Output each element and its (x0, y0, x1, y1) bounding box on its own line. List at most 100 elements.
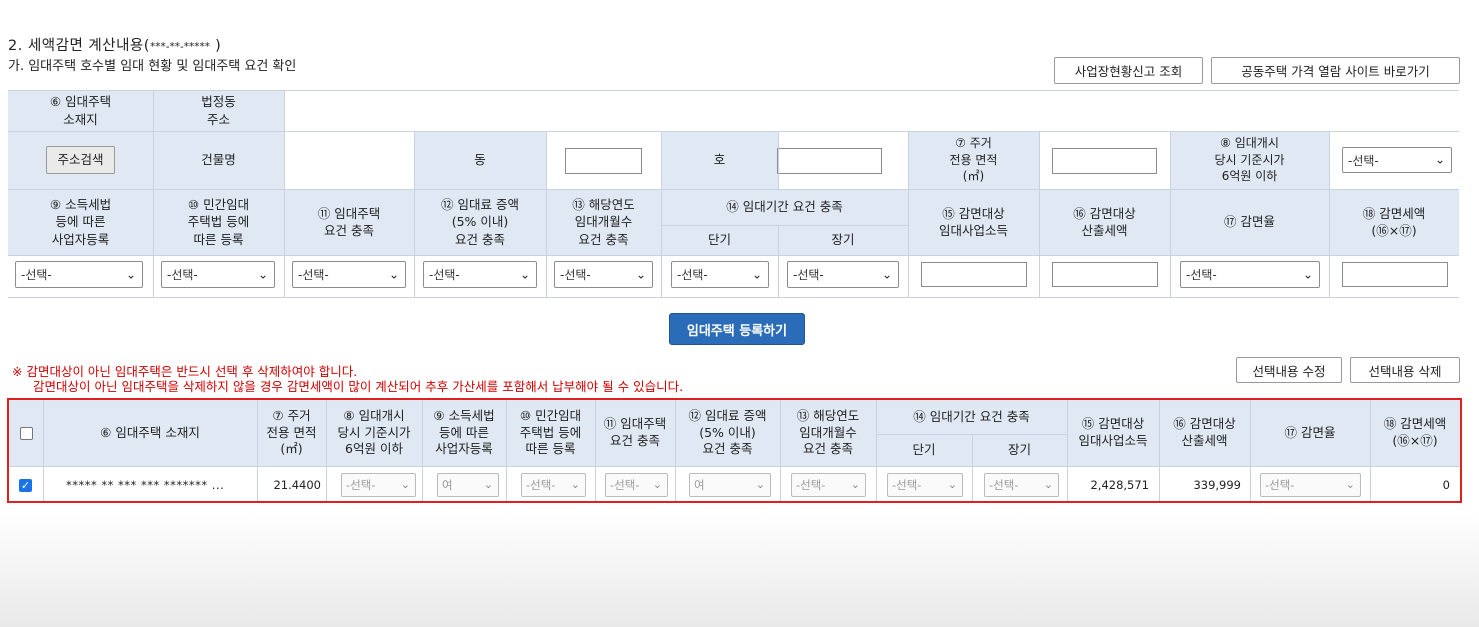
dong-input[interactable] (565, 148, 642, 174)
addr-search-button[interactable]: 주소검색 (46, 146, 115, 174)
h12-label: ⑫ 임대료 증액 (5% 이내) 요건 충족 (414, 189, 546, 255)
grid-line (778, 225, 779, 298)
h13-select[interactable]: -선택- ⌄ (554, 261, 653, 288)
biz-lookup-button[interactable]: 사업장현황신고 조회 (1054, 57, 1203, 84)
row-address[interactable]: ***** ** *** *** ******* ... (66, 476, 251, 494)
row-income: 2,428,571 (1090, 478, 1149, 492)
h14-long-label: 장기 (778, 225, 908, 255)
price-select[interactable]: -선택- ⌄ (1342, 147, 1452, 173)
section-title-text: 2. 세액감면 계산내용( (8, 38, 150, 54)
chevron-down-icon: ⌄ (1345, 477, 1355, 491)
grid-line (661, 225, 908, 226)
grid-line (506, 400, 507, 501)
area-input[interactable] (1052, 148, 1157, 174)
grid-line (1250, 400, 1251, 501)
h9-label: ⑨ 소득세법 등에 따른 사업자등록 (8, 189, 153, 255)
ho-input[interactable] (777, 148, 882, 174)
th-price: ⑧ 임대개시 당시 기준시가 6억원 이하 (326, 400, 422, 466)
chevron-down-icon: ⌄ (1302, 266, 1313, 281)
chevron-down-icon: ⌄ (751, 266, 762, 281)
grid-line (153, 90, 154, 298)
th-h12: ⑫ 임대료 증액 (5% 이내) 요건 충족 (675, 400, 780, 466)
h10-label: ⑩ 민간임대 주택법 등에 따른 등록 (153, 189, 284, 255)
row-reduction: 0 (1442, 478, 1450, 492)
chevron-down-icon: ⌄ (125, 266, 136, 281)
h17-label: ⑰ 감면율 (1170, 189, 1329, 255)
edit-selected-button[interactable]: 선택내용 수정 (1236, 357, 1342, 383)
grid-line (778, 131, 779, 189)
warning-line2: 감면대상이 아닌 임대주택을 삭제하지 않을 경우 감면세액이 많이 계산되어 … (33, 379, 684, 394)
dong-label: 동 (414, 131, 546, 189)
grid-line (8, 255, 1459, 256)
grid-line (675, 400, 676, 501)
grid-line (422, 400, 423, 501)
th-long: 장기 (972, 434, 1067, 466)
legal-dong-value (284, 90, 1459, 131)
price-label: ⑧ 임대개시 당시 기준시가 6억원 이하 (1170, 131, 1329, 189)
register-button[interactable]: 임대주택 등록하기 (669, 313, 805, 345)
section-title-close: ) (215, 38, 222, 54)
h14-short-label: 단기 (661, 225, 778, 255)
h12-select[interactable]: -선택- ⌄ (423, 261, 537, 288)
chevron-down-icon: ⌄ (483, 477, 493, 491)
row-h10-select[interactable]: -선택- ⌄ (521, 473, 586, 497)
chevron-down-icon: ⌄ (1043, 477, 1053, 491)
h9-select[interactable]: -선택- ⌄ (15, 261, 143, 288)
location-label: ⑥ 임대주택 소재지 (8, 90, 153, 131)
grid-line (595, 400, 596, 501)
long-term-select[interactable]: -선택- ⌄ (787, 261, 899, 288)
th-h16: ⑯ 감면대상 산출세액 (1159, 400, 1250, 466)
chevron-down-icon: ⌄ (881, 266, 892, 281)
chevron-down-icon: ⌄ (388, 266, 399, 281)
section-title: 2. 세액감면 계산내용(***-**-***** ) (8, 34, 221, 55)
row-short-select[interactable]: -선택- ⌄ (887, 473, 963, 497)
row-price-select[interactable]: -선택- ⌄ (341, 473, 416, 497)
select-all-checkbox[interactable] (19, 426, 33, 440)
row-long-select[interactable]: -선택- ⌄ (984, 473, 1059, 497)
th-h9: ⑨ 소득세법 등에 따른 사업자등록 (422, 400, 506, 466)
chevron-down-icon: ⌄ (947, 477, 957, 491)
row-h11-select[interactable]: -선택- ⌄ (605, 473, 668, 497)
reduction-input[interactable] (1342, 262, 1448, 287)
rate-select[interactable]: -선택- ⌄ (1180, 261, 1320, 288)
grid-line (326, 400, 327, 501)
grid-line (546, 131, 547, 298)
row-h12-select[interactable]: 여 ⌄ (689, 473, 771, 497)
row-tax: 339,999 (1193, 478, 1241, 492)
price-site-button[interactable]: 공동주택 가격 열람 사이트 바로가기 (1211, 57, 1460, 84)
row-area: 21.4400 (273, 478, 321, 492)
grid-line (284, 90, 285, 298)
area-label: ⑦ 주거 전용 면적 (㎡) (908, 131, 1039, 189)
row-h9-select[interactable]: 여 ⌄ (437, 473, 499, 497)
income-input[interactable] (921, 262, 1027, 287)
chevron-down-icon: ⌄ (570, 477, 580, 491)
chevron-down-icon: ⌄ (635, 266, 646, 281)
grid-line (8, 297, 1459, 298)
h10-select[interactable]: -선택- ⌄ (161, 261, 275, 288)
row-h13-select[interactable]: -선택- ⌄ (791, 473, 866, 497)
th-h11: ⑪ 임대주택 요건 충족 (595, 400, 675, 466)
h13-label: ⑬ 해당연도 임대개월수 요건 충족 (546, 189, 661, 255)
chevron-down-icon: ⌄ (1434, 152, 1445, 167)
grid-line (908, 131, 909, 298)
th-area: ⑦ 주거 전용 면적 (㎡) (257, 400, 326, 466)
h11-select[interactable]: -선택- ⌄ (292, 261, 406, 288)
chevron-down-icon: ⌄ (850, 477, 860, 491)
th-location: ⑥ 임대주택 소재지 (43, 400, 257, 466)
th-short: 단기 (876, 434, 972, 466)
addr-search-cell: 주소검색 (8, 131, 153, 189)
grid-line (1039, 131, 1040, 298)
grid-line (972, 434, 973, 501)
sub-title: 가. 임대주택 호수별 임대 현황 및 임대주택 요건 확인 (8, 59, 297, 74)
h14-label: ⑭ 임대기간 요건 충족 (661, 189, 908, 225)
grid-line (661, 131, 662, 298)
h16-label: ⑯ 감면대상 산출세액 (1039, 189, 1170, 255)
short-term-select[interactable]: -선택- ⌄ (671, 261, 769, 288)
row-rate-select[interactable]: -선택- ⌄ (1260, 473, 1361, 497)
row-checkbox[interactable]: ✓ (19, 479, 32, 492)
grid-line (43, 400, 44, 501)
delete-selected-button[interactable]: 선택내용 삭제 (1350, 357, 1460, 383)
chevron-down-icon: ⌄ (519, 266, 530, 281)
tax-input[interactable] (1052, 262, 1158, 287)
grid-line (780, 400, 781, 501)
